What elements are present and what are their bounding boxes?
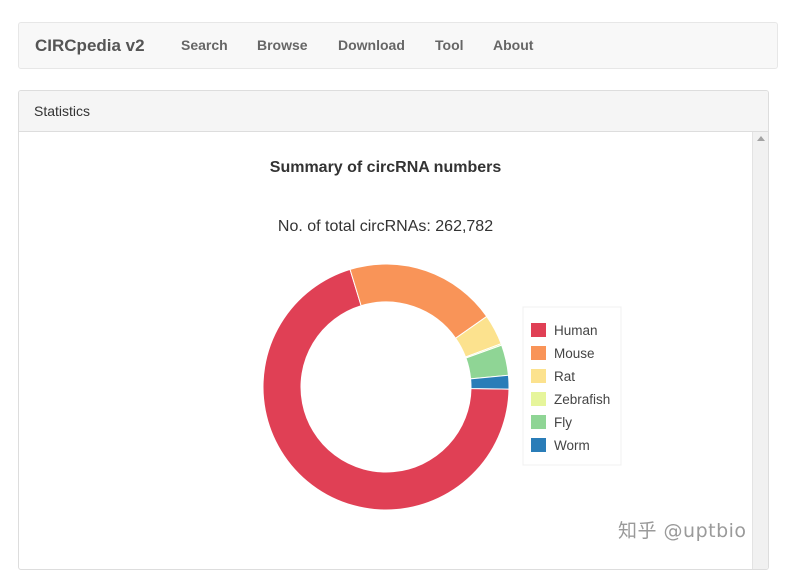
legend-swatch-mouse[interactable] xyxy=(531,346,546,360)
donut-chart: Human Mouse Rat Zebrafish Fly Worm xyxy=(262,263,622,511)
legend-swatch-fly[interactable] xyxy=(531,415,546,429)
legend-swatch-zebrafish[interactable] xyxy=(531,392,546,406)
nav-download[interactable]: Download xyxy=(338,23,405,68)
nav-tool[interactable]: Tool xyxy=(435,23,464,68)
nav-search[interactable]: Search xyxy=(181,23,228,68)
donut-slice-mouse[interactable] xyxy=(349,263,488,339)
scroll-up-arrow-icon[interactable] xyxy=(757,136,765,141)
legend-label-human[interactable]: Human xyxy=(554,323,598,338)
legend-label-fly[interactable]: Fly xyxy=(554,415,572,430)
nav-browse[interactable]: Browse xyxy=(257,23,308,68)
legend-swatch-rat[interactable] xyxy=(531,369,546,383)
legend-label-worm[interactable]: Worm xyxy=(554,438,590,453)
statistics-panel: Statistics Summary of circRNA numbers No… xyxy=(18,90,769,570)
legend-label-mouse[interactable]: Mouse xyxy=(554,346,595,361)
legend-swatch-human[interactable] xyxy=(531,323,546,337)
scrollbar[interactable] xyxy=(752,132,768,569)
legend-label-zebrafish[interactable]: Zebrafish xyxy=(554,392,610,407)
legend-swatch-worm[interactable] xyxy=(531,438,546,452)
legend-label-rat[interactable]: Rat xyxy=(554,369,575,384)
nav-about[interactable]: About xyxy=(493,23,533,68)
brand-logo[interactable]: CIRCpedia v2 xyxy=(35,23,145,68)
navbar: CIRCpedia v2 Search Browse Download Tool… xyxy=(18,22,778,69)
watermark: 知乎 @uptbio xyxy=(618,520,747,542)
